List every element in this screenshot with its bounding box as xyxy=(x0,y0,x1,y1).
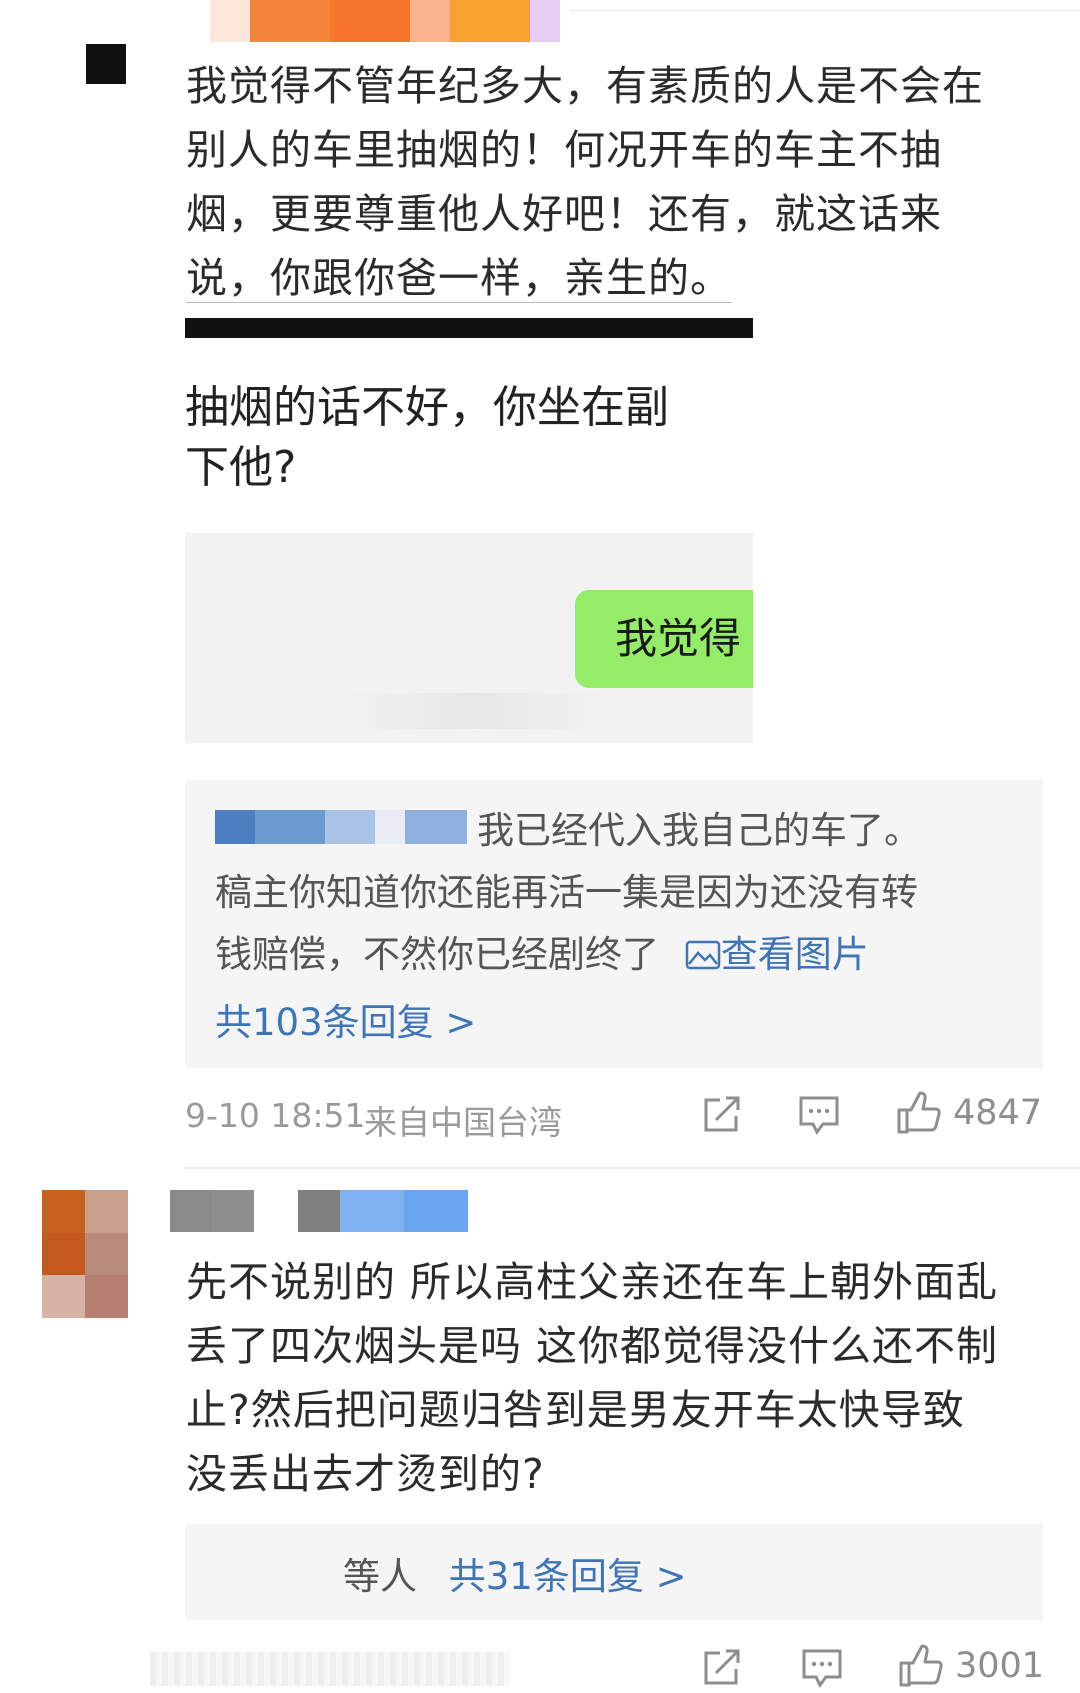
blurred-header-strip xyxy=(210,0,560,42)
reply-lead: 等人 xyxy=(343,1555,417,1598)
chat-screenshot-text[interactable]: 抽烟的话不好，你坐在副 下他? xyxy=(185,378,753,498)
reply-preview-box[interactable]: 等人 共31条回复 > xyxy=(185,1524,1043,1620)
comment-divider xyxy=(185,1167,1080,1169)
comment-button[interactable] xyxy=(800,1647,844,1693)
comment-line: 先不说别的 所以高柱父亲还在车上朝外面乱 xyxy=(186,1258,999,1306)
comment-icon xyxy=(802,1649,842,1688)
blurred-content xyxy=(335,693,615,729)
chat-screenshot-image[interactable]: 我觉得 xyxy=(185,533,753,743)
blurred-username[interactable] xyxy=(170,1190,468,1232)
share-button[interactable] xyxy=(700,1094,744,1138)
comment-line: 止?然后把问题归咎到是男友开车太快导致 xyxy=(186,1386,965,1434)
reply-preview-box[interactable]: 我已经代入我自己的车了。 稿主你知道你还能再活一集是因为还没有转 钱赔偿，不然你… xyxy=(185,780,1043,1068)
comment-line: 没丢出去才烫到的? xyxy=(186,1450,545,1498)
comment-location: 来自中国台湾 xyxy=(364,1103,562,1142)
redaction-bar xyxy=(185,318,753,338)
thumbs-up-icon xyxy=(897,1091,941,1134)
like-count: 4847 xyxy=(953,1093,1043,1133)
comment-line: 我觉得不管年纪多大，有素质的人是不会在 xyxy=(186,62,984,110)
screenshot-line: 抽烟的话不好，你坐在副 xyxy=(185,382,669,433)
comment-line: 别人的车里抽烟的！何况开车的车主不抽 xyxy=(186,126,942,174)
comment-line: 烟，更要尊重他人好吧！还有，就这话来 xyxy=(186,190,942,238)
comment-button[interactable] xyxy=(797,1094,841,1140)
share-icon xyxy=(704,1649,740,1685)
share-icon xyxy=(704,1096,740,1132)
image-icon xyxy=(685,940,721,970)
reply-line: 我已经代入我自己的车了。 xyxy=(477,809,921,852)
reply-line: 钱赔偿，不然你已经剧终了 xyxy=(215,933,659,976)
comment-text: 先不说别的 所以高柱父亲还在车上朝外面乱 丢了四次烟头是吗 这你都觉得没什么还不… xyxy=(186,1250,1056,1506)
comment-line: 丢了四次烟头是吗 这你都觉得没什么还不制 xyxy=(186,1322,999,1370)
reply-count-link[interactable]: 共103条回复 > xyxy=(215,992,476,1046)
reply-text: 我已经代入我自己的车了。 稿主你知道你还能再活一集是因为还没有转 钱赔偿，不然你… xyxy=(215,800,1025,986)
comment-text: 我觉得不管年纪多大，有素质的人是不会在 别人的车里抽烟的！何况开车的车主不抽 烟… xyxy=(186,54,1046,310)
comment-line: 说，你跟你爸一样，亲生的。 xyxy=(186,246,1046,310)
underlined-text: 说，你跟你爸一样，亲生的。 xyxy=(186,254,732,303)
reply-summary: 等人 共31条回复 > xyxy=(343,1546,687,1600)
comment-timestamp: 9-10 18:51 xyxy=(185,1096,366,1135)
like-count: 3001 xyxy=(955,1646,1045,1686)
avatar[interactable] xyxy=(86,44,126,84)
like-button[interactable]: 3001 xyxy=(897,1643,1044,1689)
comment-icon xyxy=(799,1096,839,1135)
view-image-link[interactable]: 查看图片 xyxy=(685,933,869,976)
avatar[interactable] xyxy=(42,1190,128,1318)
thumbs-up-icon xyxy=(899,1644,943,1687)
reply-line: 稿主你知道你还能再活一集是因为还没有转 xyxy=(215,871,918,914)
top-divider xyxy=(570,10,1080,11)
screenshot-line: 下他? xyxy=(185,442,297,493)
chat-bubble: 我觉得 xyxy=(575,590,753,688)
like-button[interactable]: 4847 xyxy=(895,1090,1042,1136)
share-button[interactable] xyxy=(700,1647,744,1691)
blurred-footer-text xyxy=(150,1652,510,1686)
reply-count-link[interactable]: 共31条回复 > xyxy=(449,1555,687,1598)
